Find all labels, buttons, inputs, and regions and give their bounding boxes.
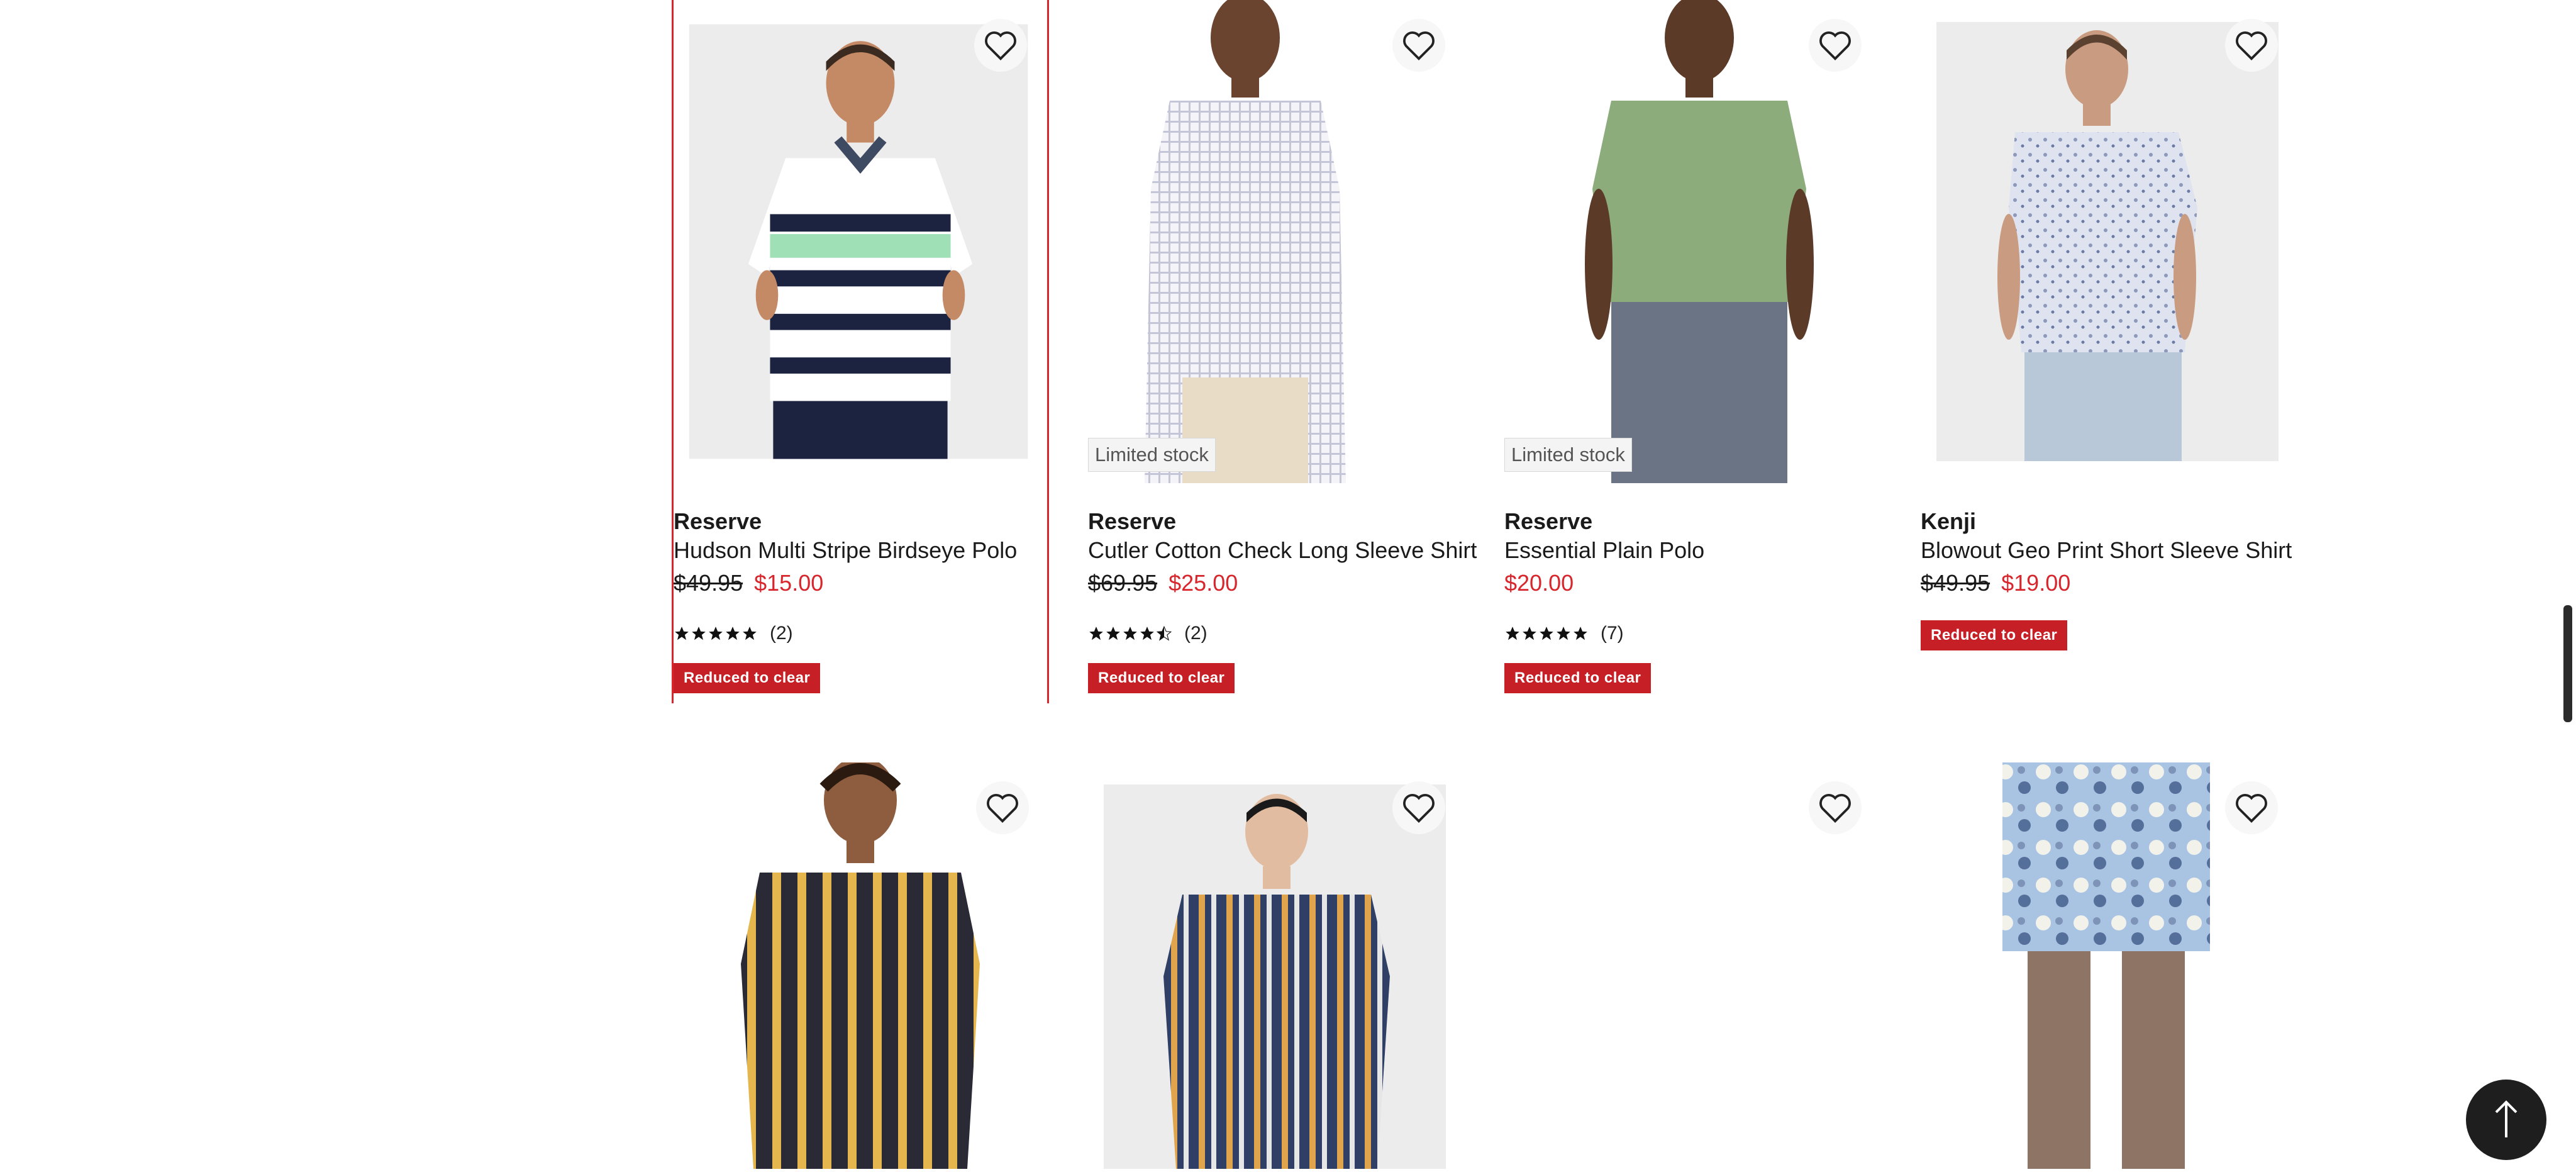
original-price: $49.95	[674, 570, 743, 596]
star-icon	[1140, 627, 1154, 640]
product-card[interactable]: Limited stock Reserve Cutler Cotton Chec…	[1088, 0, 1477, 703]
star-icon	[692, 627, 706, 640]
original-price: $49.95	[1921, 570, 1990, 596]
product-rating[interactable]: (2)	[674, 623, 793, 644]
product-price: $49.95 $19.00	[1921, 570, 2070, 596]
rating-count: (7)	[1601, 623, 1624, 644]
product-card[interactable]: Limited stock Reserve Essential Plain Po…	[1504, 0, 1882, 703]
back-to-top-button[interactable]	[2466, 1080, 2546, 1160]
limited-stock-label: Limited stock	[1504, 438, 1632, 472]
product-name[interactable]: Hudson Multi Stripe Birdseye Polo	[674, 537, 1017, 564]
star-icon	[743, 627, 757, 640]
sale-badge: Reduced to clear	[1504, 663, 1652, 693]
sale-price: $19.00	[2001, 570, 2071, 596]
star-icon	[1557, 627, 1570, 640]
product-card[interactable]	[1504, 762, 1882, 1169]
favourite-heart-icon[interactable]	[976, 781, 1029, 834]
product-card[interactable]	[1088, 762, 1465, 1169]
product-name[interactable]: Blowout Geo Print Short Sleeve Shirt	[1921, 537, 2292, 564]
product-price: $69.95 $25.00	[1088, 570, 1238, 596]
sale-badge: Reduced to clear	[1088, 663, 1235, 693]
product-name[interactable]: Cutler Cotton Check Long Sleeve Shirt	[1088, 537, 1477, 564]
star-icon	[675, 627, 689, 640]
product-card[interactable]: Reserve Hudson Multi Stripe Birdseye Pol…	[672, 0, 1049, 703]
product-rating[interactable]: (7)	[1504, 623, 1624, 644]
star-rating-icons	[1088, 625, 1173, 642]
star-icon	[1574, 627, 1587, 640]
sale-price: $25.00	[1169, 570, 1238, 596]
star-icon	[1523, 627, 1536, 640]
star-icon	[1540, 627, 1553, 640]
product-image[interactable]	[674, 0, 1047, 483]
product-image[interactable]	[1921, 0, 2298, 483]
star-half-icon	[1156, 625, 1172, 641]
limited-stock-label: Limited stock	[1088, 438, 1216, 472]
product-image[interactable]	[1504, 0, 1882, 483]
star-rating-icons	[674, 625, 758, 642]
rating-count: (2)	[770, 623, 793, 644]
star-icon	[1506, 627, 1519, 640]
favourite-heart-icon[interactable]	[1809, 781, 1862, 834]
product-brand[interactable]: Reserve	[1504, 508, 1592, 535]
favourite-heart-icon[interactable]	[2225, 19, 2278, 72]
star-icon	[726, 627, 740, 640]
scrollbar-thumb[interactable]	[2563, 605, 2572, 722]
favourite-heart-icon[interactable]	[1392, 19, 1445, 72]
product-brand[interactable]: Reserve	[1088, 508, 1176, 535]
rating-count: (2)	[1184, 623, 1208, 644]
original-price: $69.95	[1088, 570, 1158, 596]
product-price: $20.00	[1504, 570, 1574, 596]
star-icon	[709, 627, 723, 640]
product-name[interactable]: Essential Plain Polo	[1504, 537, 1704, 564]
product-image[interactable]	[1088, 0, 1465, 483]
product-card[interactable]: Kenji Blowout Geo Print Short Sleeve Shi…	[1921, 0, 2298, 703]
favourite-heart-icon[interactable]	[2225, 781, 2278, 834]
product-brand[interactable]: Kenji	[1921, 508, 1976, 535]
favourite-heart-icon[interactable]	[1809, 19, 1862, 72]
star-rating-icons	[1504, 625, 1589, 642]
product-price: $49.95 $15.00	[674, 570, 823, 596]
sale-price: $20.00	[1504, 570, 1574, 596]
star-icon	[1106, 627, 1120, 640]
favourite-heart-icon[interactable]	[1392, 781, 1445, 834]
favourite-heart-icon[interactable]	[974, 19, 1027, 72]
star-icon	[1123, 627, 1137, 640]
sale-price: $15.00	[754, 570, 824, 596]
sale-badge: Reduced to clear	[1921, 620, 2068, 650]
product-card[interactable]	[672, 756, 1049, 1169]
star-icon	[1089, 627, 1103, 640]
product-brand[interactable]: Reserve	[674, 508, 762, 535]
sale-badge: Reduced to clear	[674, 663, 821, 693]
product-rating[interactable]: (2)	[1088, 623, 1208, 644]
arrow-up-icon	[2495, 1100, 2518, 1137]
product-card[interactable]	[1921, 762, 2298, 1169]
